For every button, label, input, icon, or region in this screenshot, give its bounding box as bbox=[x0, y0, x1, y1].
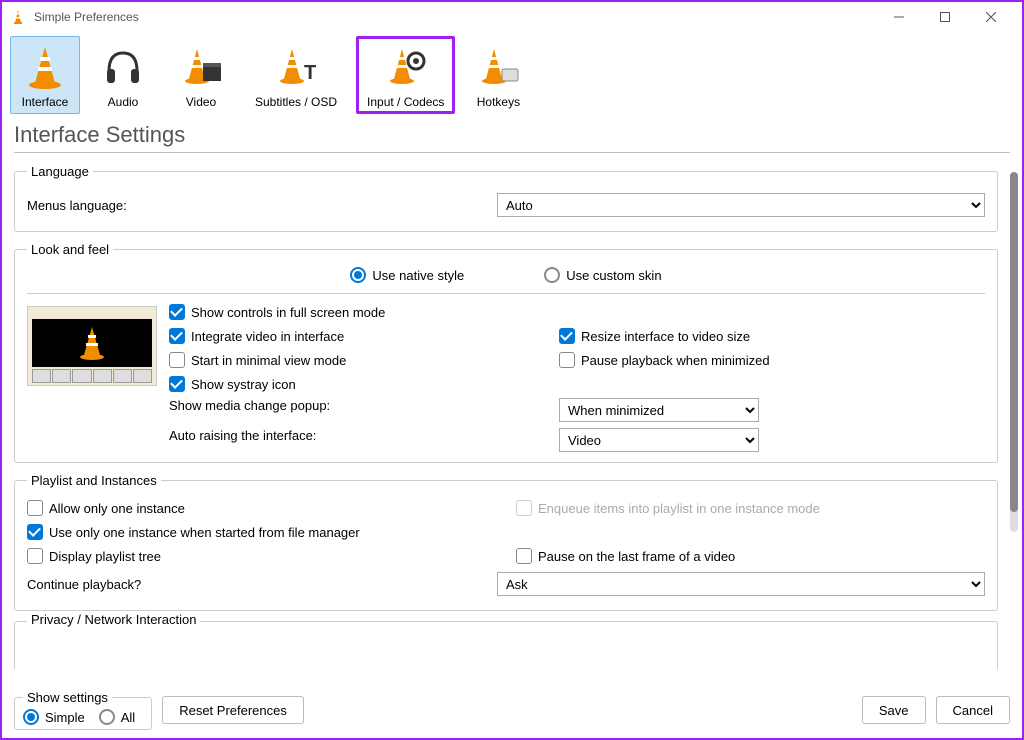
tab-video[interactable]: Video bbox=[166, 36, 236, 114]
reset-preferences-button[interactable]: Reset Preferences bbox=[162, 696, 304, 724]
cancel-button[interactable]: Cancel bbox=[936, 696, 1010, 724]
use-one-fm-label: Use only one instance when started from … bbox=[49, 525, 360, 540]
playlist-instances-group: Playlist and Instances Allow only one in… bbox=[14, 473, 998, 611]
tab-label: Input / Codecs bbox=[367, 95, 444, 109]
privacy-group: Privacy / Network Interaction bbox=[14, 621, 998, 669]
all-label: All bbox=[121, 710, 135, 725]
allow-one-label: Allow only one instance bbox=[49, 501, 185, 516]
enqueue-label: Enqueue items into playlist in one insta… bbox=[538, 501, 820, 516]
pause-last-frame-checkbox[interactable]: Pause on the last frame of a video bbox=[516, 546, 985, 566]
media-popup-label: Show media change popup: bbox=[169, 398, 539, 422]
start-minimal-checkbox[interactable]: Start in minimal view mode bbox=[169, 350, 539, 370]
vlc-cone-icon bbox=[10, 9, 26, 25]
use-one-instance-fm-checkbox[interactable]: Use only one instance when started from … bbox=[27, 522, 985, 542]
resize-interface-checkbox[interactable]: Resize interface to video size bbox=[559, 326, 929, 346]
allow-one-instance-checkbox[interactable]: Allow only one instance bbox=[27, 498, 496, 518]
integrate-video-checkbox[interactable]: Integrate video in interface bbox=[169, 326, 539, 346]
checkbox-icon bbox=[169, 352, 185, 368]
radio-icon bbox=[99, 709, 115, 725]
footer: Show settings Simple All Reset Preferenc… bbox=[2, 682, 1022, 738]
look-legend: Look and feel bbox=[27, 242, 113, 257]
custom-skin-label: Use custom skin bbox=[566, 268, 661, 283]
look-and-feel-group: Look and feel Use native style Use custo… bbox=[14, 242, 998, 463]
headphones-icon bbox=[99, 43, 147, 91]
page-title: Interface Settings bbox=[2, 114, 1022, 152]
checkbox-icon bbox=[559, 328, 575, 344]
checkbox-icon bbox=[169, 328, 185, 344]
tab-label: Video bbox=[186, 95, 216, 109]
integrate-video-label: Integrate video in interface bbox=[191, 329, 344, 344]
enqueue-items-checkbox: Enqueue items into playlist in one insta… bbox=[516, 498, 985, 518]
checkbox-icon bbox=[169, 376, 185, 392]
menus-language-select[interactable]: Auto bbox=[497, 193, 985, 217]
all-radio[interactable]: All bbox=[99, 709, 135, 725]
continue-playback-label: Continue playback? bbox=[27, 577, 497, 592]
tab-label: Interface bbox=[22, 95, 69, 109]
native-style-radio[interactable]: Use native style bbox=[350, 267, 464, 283]
show-settings-group: Show settings Simple All bbox=[14, 690, 152, 730]
checkbox-icon bbox=[516, 500, 532, 516]
pause-last-label: Pause on the last frame of a video bbox=[538, 549, 735, 564]
radio-icon bbox=[23, 709, 39, 725]
checkbox-icon bbox=[27, 524, 43, 540]
svg-text:T: T bbox=[304, 62, 316, 84]
scrollbar-thumb[interactable] bbox=[1010, 172, 1018, 512]
settings-scroll-area: Language Menus language: Auto Look and f… bbox=[14, 162, 998, 678]
radio-icon bbox=[544, 267, 560, 283]
cone-gear-icon bbox=[382, 43, 430, 91]
save-button[interactable]: Save bbox=[862, 696, 926, 724]
playlist-legend: Playlist and Instances bbox=[27, 473, 161, 488]
privacy-legend: Privacy / Network Interaction bbox=[27, 612, 200, 627]
show-controls-label: Show controls in full screen mode bbox=[191, 305, 385, 320]
maximize-button[interactable] bbox=[922, 2, 968, 32]
divider bbox=[14, 152, 1010, 153]
titlebar: Simple Preferences bbox=[2, 2, 1022, 32]
resize-interface-label: Resize interface to video size bbox=[581, 329, 750, 344]
show-settings-legend: Show settings bbox=[23, 690, 112, 705]
media-popup-select[interactable]: When minimized bbox=[559, 398, 759, 422]
show-controls-checkbox[interactable]: Show controls in full screen mode bbox=[169, 302, 539, 322]
radio-icon bbox=[350, 267, 366, 283]
cone-hotkey-icon bbox=[474, 43, 522, 91]
language-legend: Language bbox=[27, 164, 93, 179]
minimize-button[interactable] bbox=[876, 2, 922, 32]
auto-raising-label: Auto raising the interface: bbox=[169, 428, 539, 452]
window-title: Simple Preferences bbox=[34, 10, 876, 24]
checkbox-icon bbox=[27, 500, 43, 516]
cone-icon bbox=[21, 43, 69, 91]
tab-audio[interactable]: Audio bbox=[88, 36, 158, 114]
tab-label: Hotkeys bbox=[477, 95, 520, 109]
close-button[interactable] bbox=[968, 2, 1014, 32]
language-group: Language Menus language: Auto bbox=[14, 164, 998, 232]
tab-label: Subtitles / OSD bbox=[255, 95, 337, 109]
systray-label: Show systray icon bbox=[191, 377, 296, 392]
checkbox-icon bbox=[516, 548, 532, 564]
custom-skin-radio[interactable]: Use custom skin bbox=[544, 267, 661, 283]
category-tabs: Interface Audio Video T Subtitles / OSD … bbox=[2, 32, 1022, 114]
start-minimal-label: Start in minimal view mode bbox=[191, 353, 346, 368]
simple-label: Simple bbox=[45, 710, 85, 725]
checkbox-icon bbox=[559, 352, 575, 368]
interface-preview-image bbox=[27, 306, 157, 386]
checkbox-icon bbox=[27, 548, 43, 564]
native-style-label: Use native style bbox=[372, 268, 464, 283]
pause-minimized-checkbox[interactable]: Pause playback when minimized bbox=[559, 350, 929, 370]
tab-interface[interactable]: Interface bbox=[10, 36, 80, 114]
tab-subtitles[interactable]: T Subtitles / OSD bbox=[244, 36, 348, 114]
simple-radio[interactable]: Simple bbox=[23, 709, 85, 725]
menus-language-label: Menus language: bbox=[27, 198, 497, 213]
tab-input-codecs[interactable]: Input / Codecs bbox=[356, 36, 455, 114]
display-tree-label: Display playlist tree bbox=[49, 549, 161, 564]
scrollbar[interactable] bbox=[1010, 172, 1018, 532]
tab-label: Audio bbox=[108, 95, 139, 109]
display-playlist-tree-checkbox[interactable]: Display playlist tree bbox=[27, 546, 496, 566]
cone-text-icon: T bbox=[272, 43, 320, 91]
continue-playback-select[interactable]: Ask bbox=[497, 572, 985, 596]
auto-raising-select[interactable]: Video bbox=[559, 428, 759, 452]
pause-minimized-label: Pause playback when minimized bbox=[581, 353, 770, 368]
cone-clapboard-icon bbox=[177, 43, 225, 91]
systray-checkbox[interactable]: Show systray icon bbox=[169, 374, 539, 394]
checkbox-icon bbox=[169, 304, 185, 320]
tab-hotkeys[interactable]: Hotkeys bbox=[463, 36, 533, 114]
